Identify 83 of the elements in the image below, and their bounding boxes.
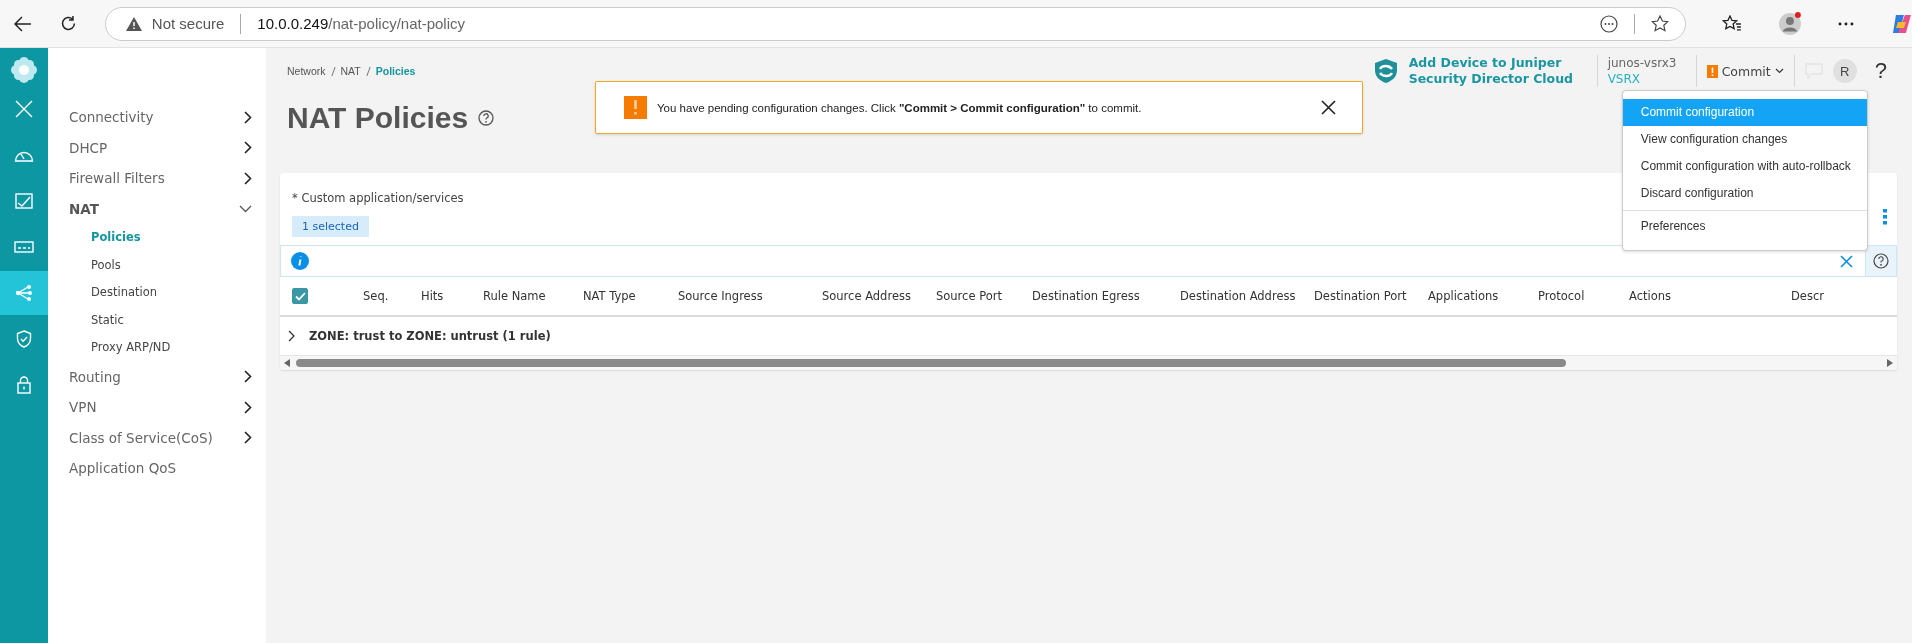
alert-icon	[624, 96, 647, 119]
chevron-right-icon	[244, 141, 252, 155]
column-header[interactable]: Source Address	[822, 289, 911, 303]
column-header[interactable]: Destination Egress	[1032, 289, 1140, 303]
breadcrumb-link[interactable]: NAT	[340, 65, 361, 77]
address-bar[interactable]: Not secure 10.0.0.249/nat-policy/nat-policy	[104, 6, 1687, 41]
note-text: * Custom application/services	[292, 191, 464, 205]
help-icon[interactable]	[1873, 253, 1889, 269]
sidebar-subitem[interactable]: Policies	[48, 224, 266, 252]
url-text: 10.0.0.249/nat-policy/nat-policy	[257, 15, 465, 32]
warning-icon	[125, 16, 142, 31]
help-icon[interactable]	[478, 110, 495, 126]
help-button[interactable]: ?	[1874, 58, 1887, 84]
column-header[interactable]: Hits	[421, 289, 444, 303]
scroll-left-icon[interactable]	[284, 359, 290, 367]
column-header[interactable]: Source Ingress	[678, 289, 763, 303]
chevron-right-icon[interactable]	[288, 330, 295, 342]
more-icon[interactable]	[1838, 21, 1855, 26]
profile-icon[interactable]	[1778, 11, 1803, 36]
shield-icon	[16, 330, 32, 348]
sidebar-item[interactable]: DHCP	[48, 132, 266, 163]
chevron-right-icon	[244, 431, 252, 445]
menu-item[interactable]: Discard configuration	[1622, 179, 1867, 207]
toast-message: You have pending configuration changes. Click "Commit > Commit configuration" to commit.	[657, 101, 1143, 114]
user-avatar[interactable]: R	[1832, 59, 1857, 83]
scroll-right-icon[interactable]	[1887, 359, 1893, 367]
chart-icon	[15, 193, 33, 209]
sidebar-item[interactable]: Routing	[48, 361, 266, 392]
commit-button[interactable]: Commit	[1706, 63, 1784, 79]
sidebar-subitem[interactable]: Pools	[48, 251, 266, 279]
alert-icon	[1706, 64, 1718, 78]
refresh-icon[interactable]	[59, 15, 77, 32]
caret-icon	[1774, 68, 1784, 74]
selection-badge: 1 selected	[292, 216, 369, 237]
column-header[interactable]: Applications	[1428, 289, 1499, 303]
lock-icon	[17, 376, 31, 394]
select-all-checkbox[interactable]	[292, 288, 308, 304]
sidebar-item[interactable]: Class of Service(CoS)	[48, 422, 266, 453]
column-header[interactable]: Descr	[1791, 289, 1824, 303]
column-header[interactable]: Source Port	[936, 289, 1002, 303]
column-header[interactable]: Destination Port	[1314, 289, 1407, 303]
sidebar-item[interactable]: Connectivity	[48, 102, 266, 133]
chevron-right-icon	[244, 110, 252, 124]
chevron-right-icon	[244, 370, 252, 384]
column-header[interactable]: NAT Type	[583, 289, 636, 303]
horizontal-scrollbar[interactable]	[280, 356, 1897, 370]
kebab-menu-icon[interactable]	[1883, 209, 1887, 225]
sidebar-item[interactable]: NAT	[48, 193, 266, 224]
column-header[interactable]: Rule Name	[483, 289, 546, 303]
sidebar-item[interactable]: VPN	[48, 392, 266, 423]
menu-item[interactable]: View configuration changes	[1622, 125, 1867, 153]
sidebar-subitem[interactable]: Static	[48, 306, 266, 334]
group-row-label: ZONE: trust to ZONE: untrust (1 rule)	[309, 329, 551, 343]
close-icon	[15, 100, 33, 118]
sidebar-item[interactable]: Application QoS	[48, 453, 266, 484]
back-icon[interactable]	[14, 15, 32, 32]
sidebar-item[interactable]: Firewall Filters	[48, 163, 266, 194]
favorites-icon[interactable]	[1722, 14, 1743, 33]
device-icon	[14, 241, 34, 253]
share-icon	[15, 284, 33, 302]
chevron-down-icon	[239, 204, 252, 213]
flower-logo-icon[interactable]	[9, 55, 39, 85]
column-header[interactable]: Destination Address	[1180, 289, 1296, 303]
column-header[interactable]: Protocol	[1538, 289, 1585, 303]
menu-item[interactable]: Commit configuration with auto-rollback	[1622, 152, 1867, 180]
page-title: NAT Policies	[287, 101, 469, 135]
device-model: VSRX	[1607, 71, 1642, 87]
breadcrumb-link[interactable]: Network	[287, 65, 326, 77]
more-icon[interactable]	[1600, 14, 1619, 33]
close-icon[interactable]	[1321, 100, 1336, 115]
device-name: junos-vsrx3	[1607, 55, 1678, 71]
star-icon[interactable]	[1651, 14, 1670, 33]
security-label: Not secure	[151, 15, 225, 32]
shield-logo-icon[interactable]	[1372, 58, 1399, 84]
menu-item[interactable]: Preferences	[1622, 212, 1867, 240]
info-icon	[291, 252, 309, 270]
column-header[interactable]: Actions	[1629, 289, 1671, 303]
column-header[interactable]: Seq.	[363, 289, 389, 303]
sidebar-subitem[interactable]: Proxy ARP/ND	[48, 334, 266, 362]
chevron-right-icon	[244, 171, 252, 185]
clear-icon[interactable]	[1840, 254, 1853, 268]
chevron-right-icon	[244, 400, 252, 414]
sidebar-subitem[interactable]: Destination	[48, 279, 266, 307]
